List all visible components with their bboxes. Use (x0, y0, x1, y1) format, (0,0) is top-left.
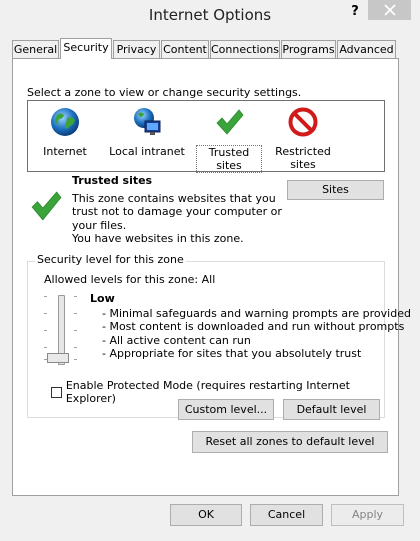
zone-desc-line: your files. (72, 218, 127, 232)
restricted-icon (288, 107, 318, 137)
zone-label-restricted-sites: Restricted sites (268, 145, 338, 171)
zone-info-description: This zone contains websites that you tru… (72, 192, 282, 245)
tab-privacy[interactable]: Privacy (113, 40, 160, 58)
zone-select-prompt: Select a zone to view or change security… (27, 86, 302, 99)
zone-label-restricted-line1: Restricted (275, 145, 331, 158)
zone-label-trusted-sites: Trusted sites (196, 145, 262, 173)
ok-button[interactable]: OK (170, 504, 242, 526)
tab-advanced[interactable]: Advanced (337, 40, 396, 58)
cancel-button[interactable]: Cancel (250, 504, 323, 526)
tab-programs[interactable]: Programs (281, 40, 336, 58)
checkmark-icon (216, 109, 244, 135)
security-level-group-label: Security level for this zone (35, 253, 186, 266)
zone-trusted-sites[interactable]: Trusted sites (196, 106, 262, 173)
allowed-levels-label: Allowed levels for this zone: All (44, 273, 216, 286)
slider-tick (74, 313, 77, 314)
tab-content[interactable]: Content (161, 40, 209, 58)
tab-strip: General Security Privacy Content Connect… (12, 38, 412, 59)
help-button[interactable]: ? (345, 2, 365, 22)
reset-all-zones-button[interactable]: Reset all zones to default level (192, 431, 388, 453)
level-bullet: - All active content can run (102, 333, 251, 347)
title-bar: Internet Options ? (0, 0, 420, 30)
level-bullet: - Minimal safeguards and warning prompts… (102, 307, 411, 320)
zone-restricted-sites[interactable]: Restricted sites (268, 106, 338, 171)
slider-tick (44, 347, 47, 348)
zone-internet[interactable]: Internet (35, 106, 95, 158)
apply-button[interactable]: Apply (331, 504, 404, 526)
security-tab-panel: Select a zone to view or change security… (12, 58, 411, 496)
sites-button[interactable]: Sites (287, 180, 384, 200)
protected-mode-checkbox[interactable] (51, 386, 62, 398)
security-level-name: Low (90, 292, 115, 305)
intranet-icon (134, 108, 161, 135)
level-bullet: - Appropriate for sites that you absolut… (102, 346, 362, 360)
zone-desc-line: trust not to damage your computer or (72, 205, 282, 219)
zone-list: Internet Local intranet Trusted sites Re… (27, 100, 385, 173)
trusted-sites-checkmark-icon (31, 191, 62, 221)
close-button[interactable] (368, 0, 411, 20)
zone-info-title: Trusted sites (72, 174, 153, 187)
security-level-description: - Minimal safeguards and warning prompts… (102, 307, 411, 360)
tab-connections[interactable]: Connections (210, 40, 280, 58)
tab-general[interactable]: General (12, 40, 59, 58)
custom-level-button[interactable]: Custom level... (178, 399, 274, 420)
zone-label-restricted-line2: sites (290, 158, 316, 171)
close-icon (383, 4, 396, 16)
slider-tick (44, 330, 47, 331)
slider-tick (44, 296, 47, 297)
zone-desc-line: This zone contains websites that you (72, 192, 276, 205)
zone-label-internet: Internet (43, 145, 87, 158)
slider-tick (44, 313, 47, 314)
globe-icon (51, 108, 79, 136)
level-bullet: - Most content is downloaded and run wit… (102, 320, 405, 334)
zone-label-local-intranet: Local intranet (109, 145, 185, 158)
tab-security[interactable]: Security (60, 38, 112, 59)
zone-local-intranet[interactable]: Local intranet (105, 106, 189, 158)
slider-tick (74, 330, 77, 331)
slider-tick (74, 347, 77, 348)
default-level-button[interactable]: Default level (283, 399, 380, 420)
slider-tick (74, 359, 77, 360)
slider-tick (74, 296, 77, 297)
security-level-slider-thumb[interactable] (47, 353, 69, 363)
zone-desc-line: You have websites in this zone. (72, 231, 244, 245)
